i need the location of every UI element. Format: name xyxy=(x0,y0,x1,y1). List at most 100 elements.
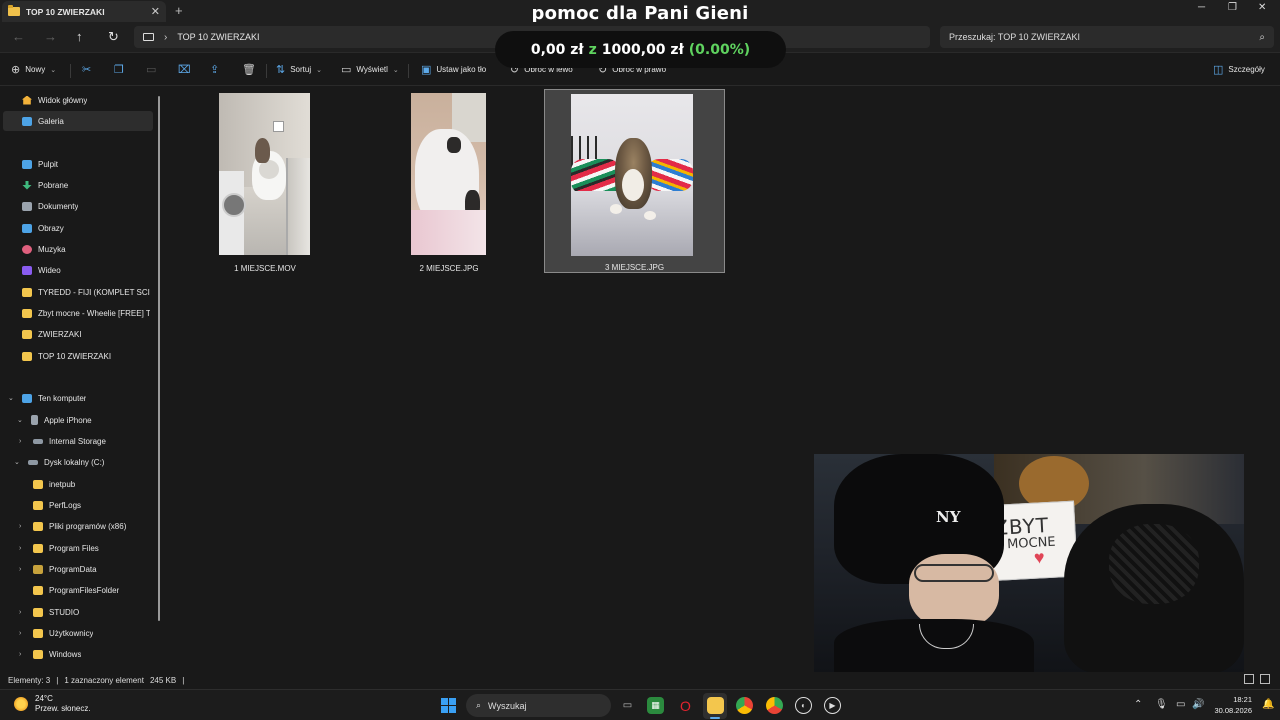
donation-goal: 1000,00 zł xyxy=(601,41,684,58)
media-player-icon[interactable]: ▶ xyxy=(824,697,841,714)
nav-label: Program Files xyxy=(49,543,99,553)
chevron-right-icon[interactable]: › xyxy=(19,438,21,445)
nav-label: Obrazy xyxy=(38,223,64,233)
nav-item-programdata[interactable]: › ProgramData xyxy=(19,559,158,579)
nav-label: inetpub xyxy=(49,479,76,489)
network-icon[interactable]: ▭ xyxy=(1176,699,1185,710)
chevron-right-icon[interactable]: › xyxy=(19,630,21,637)
weather-condition: Przew. słonecz. xyxy=(35,704,91,713)
nav-item-windows[interactable]: › Windows xyxy=(19,644,158,664)
nav-item-zwierzaki[interactable]: ZWIERZAKI xyxy=(22,324,158,344)
nav-item-desktop[interactable]: Pulpit📌 xyxy=(22,154,158,174)
share-button[interactable]: ⇪ xyxy=(210,63,219,76)
nav-item-perflogs[interactable]: PerfLogs xyxy=(33,495,158,515)
glasses xyxy=(914,564,994,582)
chevron-down-icon[interactable]: ⌄ xyxy=(8,394,14,402)
sign-line-2: MOCNE xyxy=(1006,534,1056,553)
search-input[interactable]: Przeszukaj: TOP 10 ZWIERZAKI ⌕ xyxy=(940,26,1274,48)
chevron-right-icon[interactable]: › xyxy=(19,609,21,616)
breadcrumb-current[interactable]: TOP 10 ZWIERZAKI xyxy=(177,32,259,42)
nav-item-pictures[interactable]: Obrazy📌 xyxy=(22,218,158,238)
forward-button[interactable]: → xyxy=(44,29,57,44)
back-button[interactable]: ← xyxy=(12,29,25,44)
clock[interactable]: 18:21 30.08.2026 xyxy=(1212,694,1252,716)
folder-icon xyxy=(33,585,43,595)
nav-item-program-files[interactable]: › Program Files xyxy=(19,538,158,558)
nav-item-local-disk[interactable]: ⌄ Dysk lokalny (C:) xyxy=(14,452,158,472)
nav-item-this-pc[interactable]: ⌄ Ten komputer xyxy=(8,388,158,408)
store-icon[interactable]: ▦ xyxy=(647,697,664,714)
documents-icon xyxy=(22,201,32,211)
nav-item-music[interactable]: Muzyka📌 xyxy=(22,239,158,259)
folder-icon xyxy=(33,479,43,489)
tiles-view-icon[interactable] xyxy=(1260,674,1270,684)
wallpaper-icon: ▣ xyxy=(421,64,432,76)
chevron-right-icon[interactable]: › xyxy=(19,545,21,552)
chevron-down-icon: ⌄ xyxy=(392,66,399,74)
refresh-button[interactable]: ↻ xyxy=(108,29,119,45)
weather-widget[interactable]: 24°C Przew. słonecz. xyxy=(14,694,91,714)
opera-icon[interactable]: O xyxy=(677,697,694,714)
sort-button[interactable]: ⇅ Sortuj ⌄ xyxy=(276,63,322,76)
nav-item-users[interactable]: › Użytkownicy xyxy=(19,623,158,643)
chevron-down-icon: ⌄ xyxy=(316,66,322,74)
nav-item-studio[interactable]: › STUDIO xyxy=(19,602,158,622)
nav-item-internal-storage[interactable]: › Internal Storage xyxy=(19,431,158,451)
microphone-icon[interactable]: 🎙 xyxy=(1155,699,1168,710)
nav-item-downloads[interactable]: Pobrane📌 xyxy=(22,175,158,195)
chevron-right-icon[interactable]: › xyxy=(19,566,21,573)
new-button[interactable]: ⊕ Nowy ⌄ xyxy=(11,63,56,76)
nav-item-gallery[interactable]: Galeria xyxy=(3,111,153,131)
rename-button[interactable]: ⌧ xyxy=(178,63,191,76)
volume-icon[interactable]: 🔊 xyxy=(1192,699,1204,710)
donation-separator: z xyxy=(588,41,597,58)
file-item-selected[interactable]: 3 MIEJSCE.JPG xyxy=(544,89,725,273)
paste-button[interactable]: ▭ xyxy=(146,63,156,76)
home-icon xyxy=(22,95,32,105)
set-background-button[interactable]: ▣ Ustaw jako tło xyxy=(421,63,486,76)
cut-button[interactable]: ✂ xyxy=(82,63,91,76)
chrome-icon[interactable] xyxy=(736,697,753,714)
obs-icon[interactable]: ◐ xyxy=(795,697,812,714)
chevron-right-icon[interactable]: › xyxy=(19,523,21,530)
start-button[interactable] xyxy=(441,698,456,713)
donation-goal-title: pomoc dla Pani Gieni xyxy=(531,3,749,24)
nav-item-apple-iphone[interactable]: ⌄ Apple iPhone xyxy=(17,410,158,430)
details-view-icon[interactable] xyxy=(1244,674,1254,684)
nav-item-tyredd[interactable]: TYREDD - FIJI (KOMPLET SCIEŻEK)📌 xyxy=(22,282,158,302)
delete-button[interactable]: 🗑 xyxy=(242,63,256,76)
nav-item-home[interactable]: Widok główny xyxy=(22,90,158,110)
nav-item-zbyt-mocne[interactable]: Zbyt mocne - Wheelie [FREE] Type Beat📌 xyxy=(22,303,158,323)
chevron-right-icon[interactable]: › xyxy=(164,32,167,43)
file-item[interactable]: 2 MIEJSCE.JPG xyxy=(390,89,508,273)
nav-item-documents[interactable]: Dokumenty📌 xyxy=(22,196,158,216)
task-view-icon[interactable]: ▭ xyxy=(619,697,636,714)
chevron-down-icon[interactable]: ⌄ xyxy=(17,416,23,424)
nav-scrollbar[interactable] xyxy=(158,96,160,621)
folder-icon xyxy=(33,607,43,617)
nav-label: Widok główny xyxy=(38,95,88,105)
phone-icon xyxy=(31,415,38,425)
taskbar: 24°C Przew. słonecz. ⌕ Wyszukaj ▭ ▦ O ◐ … xyxy=(0,689,1280,720)
details-button[interactable]: ◫ Szczegóły xyxy=(1213,63,1265,76)
nav-item-program-files-x86[interactable]: › Pliki programów (x86) xyxy=(19,516,158,536)
nav-item-inetpub[interactable]: inetpub xyxy=(33,474,158,494)
taskbar-search[interactable]: ⌕ Wyszukaj xyxy=(466,694,611,717)
chevron-up-icon[interactable]: ⌃ xyxy=(1134,699,1142,710)
chevron-right-icon[interactable]: › xyxy=(19,651,21,658)
chrome-canary-icon[interactable] xyxy=(766,697,783,714)
chevron-down-icon[interactable]: ⌄ xyxy=(14,458,20,466)
nav-item-programfilesfolder[interactable]: ProgramFilesFolder xyxy=(33,580,158,600)
copy-button[interactable]: ❐ xyxy=(114,63,124,76)
details-pane-icon: ◫ xyxy=(1213,64,1224,76)
file-explorer-icon[interactable] xyxy=(707,697,724,714)
file-item[interactable]: 1 MIEJSCE.MOV xyxy=(206,89,324,273)
view-button[interactable]: ▭ Wyświetl ⌄ xyxy=(341,63,399,76)
nav-label: Windows xyxy=(49,649,82,659)
computer-icon xyxy=(143,33,154,41)
up-button[interactable]: ↑ xyxy=(76,29,83,44)
active-indicator xyxy=(710,717,720,719)
notification-bell-icon[interactable]: 🔔 xyxy=(1262,699,1274,710)
nav-item-video[interactable]: Wideo📌 xyxy=(22,260,158,280)
nav-item-top-10-zwierzaki[interactable]: TOP 10 ZWIERZAKI xyxy=(22,346,158,366)
